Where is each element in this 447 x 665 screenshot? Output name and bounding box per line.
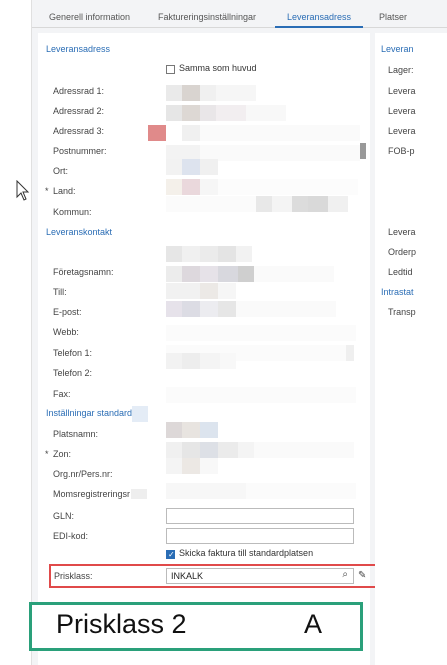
send-invoice-checkbox[interactable] xyxy=(166,550,175,559)
address-line-1-field[interactable] xyxy=(166,85,256,101)
municipality-field[interactable] xyxy=(166,196,348,212)
annotation-text: Prisklass 2 xyxy=(56,609,187,639)
company-name-label: Företagsnamn: xyxy=(53,267,114,277)
gln-input[interactable] xyxy=(166,508,354,524)
fax-field[interactable] xyxy=(166,387,356,403)
tab-bar: Generell information Faktureringsinställ… xyxy=(32,6,447,28)
address-line-2-label: Adressrad 2: xyxy=(53,106,105,116)
city-field[interactable] xyxy=(166,159,218,175)
tab-invoice-settings[interactable]: Faktureringsinställningar xyxy=(158,6,256,28)
address-line-2-field[interactable] xyxy=(166,105,286,121)
address-line-1-label: Adressrad 1: xyxy=(53,86,105,96)
fax-label: Fax: xyxy=(53,389,71,399)
to-label: Till: xyxy=(53,287,67,297)
gln-label: GLN: xyxy=(53,511,75,521)
phone-1-label: Telefon 1: xyxy=(53,348,93,358)
right-column: Leveran Lager: Levera Levera Levera FOB-… xyxy=(375,33,447,665)
section-default-settings: Inställningar standard xyxy=(46,408,133,418)
vat-number-field[interactable] xyxy=(166,483,356,499)
phone-2-label: Telefon 2: xyxy=(53,368,93,378)
country-field[interactable] xyxy=(166,179,358,195)
address-line-3-field[interactable] xyxy=(148,125,360,141)
price-class-input[interactable]: INKALK ⌕ xyxy=(166,568,354,584)
right-section-delivery: Leveran xyxy=(381,44,414,54)
right-delivery-label-2: Levera xyxy=(388,106,416,116)
location-name-label: Platsnamn: xyxy=(53,429,99,439)
right-section-intrastat: Intrastat xyxy=(381,287,414,297)
right-delivery-label-3: Levera xyxy=(388,126,416,136)
email-field[interactable] xyxy=(166,301,336,317)
to-field[interactable] xyxy=(166,283,236,299)
phone-2-field[interactable] xyxy=(166,353,236,369)
municipality-label: Kommun: xyxy=(53,207,92,217)
price-class-value: INKALK xyxy=(171,571,204,581)
settings-marker xyxy=(132,406,148,422)
same-as-main-label: Samma som huvud xyxy=(179,63,257,73)
edit-pencil-icon[interactable]: ✎ xyxy=(358,570,366,581)
delivery-address-panel: Leveransadress Samma som huvud Adressrad… xyxy=(38,33,384,665)
send-invoice-label: Skicka faktura till standardplatsen xyxy=(179,548,314,558)
right-delivery-label-4: Levera xyxy=(388,227,416,237)
annotation-letter: A xyxy=(304,609,323,639)
tab-locations[interactable]: Platser xyxy=(379,6,407,28)
scroll-marker xyxy=(360,143,366,159)
order-priority-label: Orderp xyxy=(388,247,417,257)
website-label: Webb: xyxy=(53,327,79,337)
email-label: E-post: xyxy=(53,307,82,317)
section-delivery-address: Leveransadress xyxy=(46,44,111,54)
zone-field[interactable] xyxy=(166,442,354,458)
org-number-label: Org.nr/Pers.nr: xyxy=(53,469,113,479)
company-name-field[interactable] xyxy=(166,266,334,282)
city-label: Ort: xyxy=(53,166,68,176)
org-number-field[interactable] xyxy=(166,458,218,474)
edi-code-input[interactable] xyxy=(166,528,354,544)
section-delivery-contact: Leveranskontakt xyxy=(46,227,113,237)
mouse-cursor-icon xyxy=(16,180,30,201)
website-field[interactable] xyxy=(166,325,356,341)
price-class-label: Prisklass: xyxy=(54,571,93,581)
address-line-3-label: Adressrad 3: xyxy=(53,126,105,136)
transport-label: Transp xyxy=(388,307,416,317)
tab-general-info[interactable]: Generell information xyxy=(49,6,130,28)
left-margin xyxy=(0,0,31,665)
warehouse-label: Lager: xyxy=(388,65,414,75)
tab-delivery-address[interactable]: Leveransadress xyxy=(275,6,363,28)
zone-label: Zon: xyxy=(53,449,72,459)
annotation-box: Prisklass 2 A xyxy=(29,602,363,651)
fob-label: FOB-p xyxy=(388,146,415,156)
postal-code-label: Postnummer: xyxy=(53,146,107,156)
lead-time-label: Ledtid xyxy=(388,267,413,277)
right-delivery-label-1: Levera xyxy=(388,86,416,96)
country-label: Land: xyxy=(53,186,76,196)
search-icon[interactable]: ⌕ xyxy=(342,569,348,580)
vat-number-label: Momsregistreringsr xyxy=(53,489,131,499)
customer-form: Generell information Faktureringsinställ… xyxy=(29,0,447,665)
same-as-main-checkbox[interactable] xyxy=(166,65,175,74)
edi-code-label: EDI-kod: xyxy=(53,531,89,541)
contact-blur-row xyxy=(166,246,252,262)
location-name-field[interactable] xyxy=(166,422,218,438)
